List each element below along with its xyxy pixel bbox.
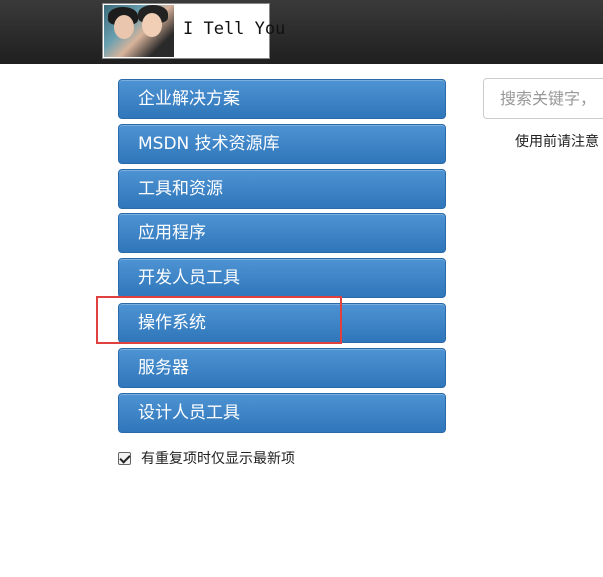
top-bar: I Tell You bbox=[0, 0, 603, 64]
highlight-annotation bbox=[96, 296, 342, 344]
menu-item-designer-tools[interactable]: 设计人员工具 bbox=[118, 392, 446, 433]
site-logo[interactable]: I Tell You bbox=[102, 3, 285, 59]
menu-item-tools-resources[interactable]: 工具和资源 bbox=[118, 168, 446, 209]
menu-item-servers[interactable]: 服务器 bbox=[118, 347, 446, 388]
usage-notice: 使用前请注意 bbox=[515, 134, 599, 150]
latest-only-filter: 有重复项时仅显示最新项 bbox=[118, 448, 295, 468]
menu-item-msdn-library[interactable]: MSDN 技术资源库 bbox=[118, 123, 446, 164]
latest-only-checkbox[interactable] bbox=[118, 452, 131, 465]
category-menu: 企业解决方案 MSDN 技术资源库 工具和资源 应用程序 开发人员工具 操作系统… bbox=[118, 79, 446, 437]
menu-item-developer-tools[interactable]: 开发人员工具 bbox=[118, 258, 446, 299]
logo-photo bbox=[104, 5, 174, 57]
search-input[interactable]: 搜索关键字， bbox=[483, 78, 603, 119]
latest-only-label: 有重复项时仅显示最新项 bbox=[141, 451, 295, 467]
menu-item-enterprise-solutions[interactable]: 企业解决方案 bbox=[118, 79, 446, 119]
menu-item-applications[interactable]: 应用程序 bbox=[118, 213, 446, 254]
logo-title: I Tell You bbox=[183, 19, 286, 39]
